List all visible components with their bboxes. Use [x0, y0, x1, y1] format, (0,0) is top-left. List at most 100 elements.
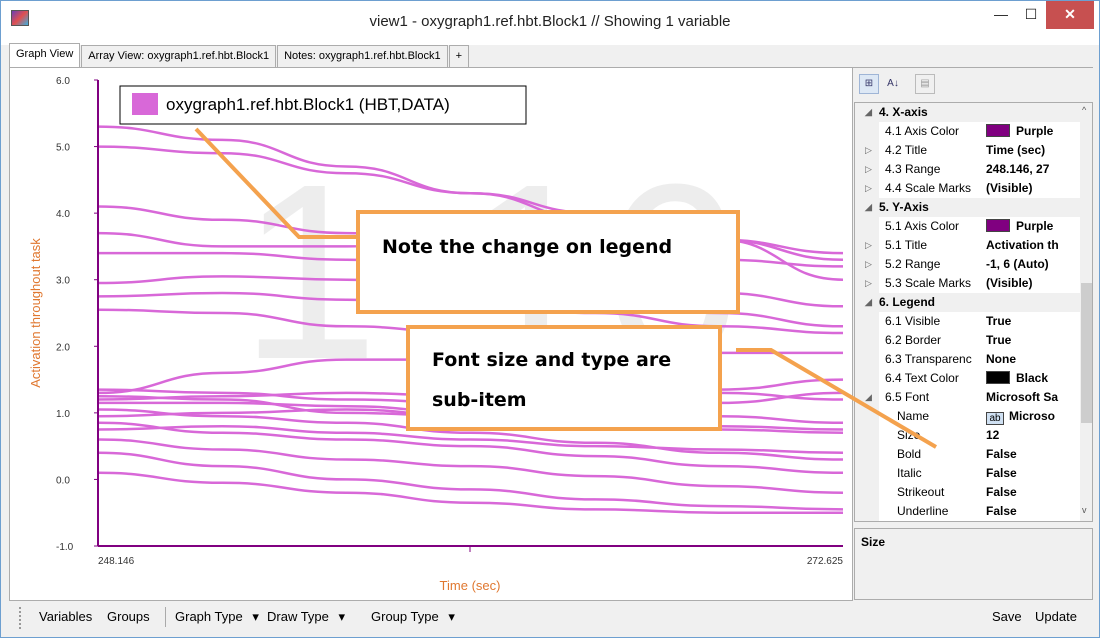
tab-notes[interactable]: Notes: oxygraph1.ref.hbt.Block1 — [277, 45, 448, 67]
property-value[interactable]: Purple — [986, 122, 1078, 141]
property-category[interactable]: ◢ 5. Y-Axis — [855, 198, 1080, 217]
property-row[interactable]: 6.3 Transparenc None — [855, 350, 1080, 369]
property-name: 6.5 Font — [885, 390, 930, 404]
property-name: 6.3 Transparenc — [885, 352, 972, 366]
property-value[interactable]: (Visible) — [986, 274, 1078, 293]
app-window: view1 - oxygraph1.ref.hbt.Block1 // Show… — [0, 0, 1100, 638]
minimize-button[interactable]: — — [986, 1, 1016, 29]
property-value[interactable]: -1, 6 (Auto) — [986, 255, 1078, 274]
property-value[interactable]: Time (sec) — [986, 141, 1078, 160]
property-value[interactable]: ab Microso — [986, 407, 1078, 426]
property-row[interactable]: ▷ 5.1 Title Activation th — [855, 236, 1080, 255]
series-line-18 — [97, 451, 844, 511]
title-bar: view1 - oxygraph1.ref.hbt.Block1 // Show… — [1, 1, 1099, 45]
maximize-button[interactable]: ☐ — [1016, 1, 1046, 29]
property-row[interactable]: 6.4 Text Color Black — [855, 369, 1080, 388]
property-row[interactable]: Size 12 — [855, 426, 1080, 445]
property-row[interactable]: Underline False — [855, 502, 1080, 521]
draw-type-dropdown[interactable]: Draw Type ▾ — [267, 609, 345, 625]
property-row[interactable]: ▷ 5.2 Range -1, 6 (Auto) — [855, 255, 1080, 274]
property-row[interactable]: 4.1 Axis Color Purple — [855, 122, 1080, 141]
groups-button[interactable]: Groups — [107, 609, 150, 624]
property-name: 6. Legend — [879, 295, 936, 309]
expander-icon[interactable]: ▷ — [865, 236, 877, 255]
property-grid[interactable]: ◢ 4. X-axis 4.1 Axis Color Purple ▷ 4.2 Title… — [854, 102, 1093, 522]
property-panel: ⊞ A↓ ▤ ◢ 4. X-axis 4.1 Axis Color Purple ▷ 4.… — [852, 68, 1094, 602]
property-row[interactable]: ▷ 4.2 Title Time (sec) — [855, 141, 1080, 160]
property-value[interactable]: False — [986, 502, 1078, 521]
property-value[interactable]: 12 — [986, 426, 1078, 445]
property-row[interactable]: ◢ 6.5 Font Microsoft Sa — [855, 388, 1080, 407]
close-button[interactable]: ✕ — [1046, 1, 1094, 29]
font-note-line2: sub-item — [432, 389, 527, 411]
scroll-down-icon[interactable]: v — [1082, 505, 1087, 515]
property-value-text: False — [986, 447, 1017, 461]
scroll-up-icon[interactable]: ^ — [1082, 105, 1086, 115]
draw-type-label: Draw Type — [267, 609, 329, 624]
property-value[interactable]: True — [986, 331, 1078, 350]
property-value[interactable]: Microsoft Sa — [986, 388, 1078, 407]
expander-icon[interactable]: ◢ — [865, 388, 877, 407]
color-swatch — [986, 371, 1010, 384]
property-value[interactable]: Purple — [986, 217, 1078, 236]
expander-icon[interactable]: ▷ — [865, 274, 877, 293]
tab-graph-view[interactable]: Graph View — [9, 43, 81, 67]
property-row[interactable]: 5.1 Axis Color Purple — [855, 217, 1080, 236]
y-axis-title: Activation throughout task — [28, 238, 43, 388]
property-row[interactable]: Italic False — [855, 464, 1080, 483]
save-button[interactable]: Save — [992, 609, 1022, 624]
status-separator — [165, 607, 166, 627]
property-name: 5.2 Range — [885, 257, 941, 271]
x-tick-group: 248.146 272.625 — [98, 546, 843, 567]
property-value[interactable]: (Visible) — [986, 179, 1078, 198]
property-row[interactable]: Bold False — [855, 445, 1080, 464]
property-value-text: True — [986, 333, 1012, 347]
expander-icon[interactable]: ◢ — [865, 103, 877, 122]
property-row[interactable]: 6.1 Visible True — [855, 312, 1080, 331]
expander-icon[interactable]: ▷ — [865, 179, 877, 198]
scroll-thumb[interactable] — [1081, 283, 1092, 423]
expander-icon[interactable]: ◢ — [865, 198, 877, 217]
alphabetical-sort-button[interactable]: A↓ — [883, 74, 903, 94]
property-value[interactable]: Black — [986, 369, 1078, 388]
update-button[interactable]: Update — [1035, 609, 1077, 624]
toolbar-grip-icon[interactable] — [19, 607, 22, 629]
property-value-text: False — [986, 466, 1017, 480]
property-name: Size — [897, 428, 921, 442]
property-value[interactable]: False — [986, 483, 1078, 502]
property-scrollbar[interactable]: ^ v — [1080, 103, 1092, 521]
property-row[interactable]: ▷ 4.3 Range 248.146, 27 — [855, 160, 1080, 179]
expander-icon[interactable]: ▷ — [865, 255, 877, 274]
property-row[interactable]: Strikeout False — [855, 483, 1080, 502]
graph-type-dropdown[interactable]: Graph Type ▾ — [175, 609, 259, 625]
tab-add[interactable]: + — [448, 45, 470, 67]
property-value[interactable]: True — [986, 312, 1078, 331]
property-value-text: (Visible) — [986, 181, 1033, 195]
chevron-down-icon: ▾ — [252, 609, 259, 624]
property-name: 5.1 Axis Color — [885, 219, 960, 233]
property-row[interactable]: Name ab Microso — [855, 407, 1080, 426]
property-name: 6.1 Visible — [885, 314, 941, 328]
property-pages-button[interactable]: ▤ — [915, 74, 935, 94]
group-type-dropdown[interactable]: Group Type ▾ — [371, 609, 455, 625]
property-category[interactable]: ◢ 6. Legend — [855, 293, 1080, 312]
property-value[interactable]: False — [986, 445, 1078, 464]
status-bar: Variables Groups Graph Type ▾ Draw Type … — [1, 601, 1099, 637]
expander-icon[interactable]: ▷ — [865, 141, 877, 160]
property-value[interactable]: Activation th — [986, 236, 1078, 255]
expander-icon[interactable]: ▷ — [865, 160, 877, 179]
property-name: 5.1 Title — [885, 238, 928, 252]
categorized-view-button[interactable]: ⊞ — [859, 74, 879, 94]
property-row[interactable]: ▷ 4.4 Scale Marks (Visible) — [855, 179, 1080, 198]
tab-array-view[interactable]: Array View: oxygraph1.ref.hbt.Block1 — [81, 45, 277, 67]
property-value[interactable]: 248.146, 27 — [986, 160, 1078, 179]
property-row[interactable]: 6.2 Border True — [855, 331, 1080, 350]
property-category[interactable]: ◢ 4. X-axis — [855, 103, 1080, 122]
variables-button[interactable]: Variables — [39, 609, 92, 624]
group-type-label: Group Type — [371, 609, 439, 624]
property-value[interactable]: None — [986, 350, 1078, 369]
expander-icon[interactable]: ◢ — [865, 293, 877, 312]
property-row[interactable]: ▷ 5.3 Scale Marks (Visible) — [855, 274, 1080, 293]
property-value-text: Microso — [1009, 409, 1056, 423]
property-value[interactable]: False — [986, 464, 1078, 483]
